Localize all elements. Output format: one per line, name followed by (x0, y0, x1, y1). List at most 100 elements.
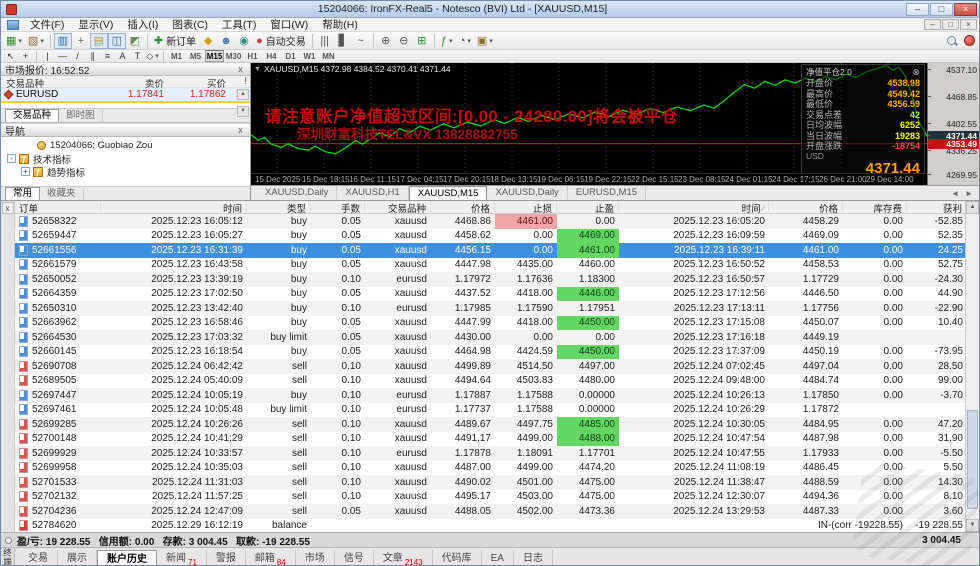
terminal-tab-1[interactable]: 展示 (58, 550, 97, 566)
candlestick-mode-button[interactable]: ▋ (334, 33, 352, 49)
order-row[interactable]: 527021322025.12.24 11:57:25sell0.10xauus… (15, 490, 965, 505)
order-row[interactable]: 526974472025.12.24 10:05:19buy0.10eurusd… (15, 388, 965, 403)
label-tool[interactable]: T (130, 50, 145, 62)
timeframe-m15-button[interactable]: M15 (205, 50, 224, 62)
scrollbar-up-icon[interactable]: ▲ (966, 201, 979, 214)
zoom-in-button[interactable]: ⊕ (377, 33, 395, 49)
timeframe-w1-button[interactable]: W1 (300, 50, 319, 62)
terminal-tab-11[interactable]: 日志 (514, 550, 553, 566)
cursor-tool[interactable]: ↖ (3, 50, 18, 62)
tile-windows-button[interactable]: ⊞ (413, 33, 431, 49)
terminal-tab-8[interactable]: 文章2143 (374, 550, 433, 566)
navigator-tab-收藏夹[interactable]: 收藏夹 (40, 188, 84, 200)
terminal-tab-3[interactable]: 新闻71 (157, 550, 207, 566)
fibonacci-tool[interactable]: ≡ (100, 50, 115, 62)
order-row[interactable]: 527015332025.12.24 11:31:03sell0.10xauus… (15, 475, 965, 490)
chart-tab-1[interactable]: XAUUSD,H1 (337, 186, 408, 200)
orders-col-8[interactable]: 时间∕ (619, 201, 769, 215)
trendline-tool[interactable]: / (70, 50, 85, 62)
menu-item-0[interactable]: 文件(F) (23, 18, 71, 32)
order-row[interactable]: 526594472025.12.23 16:05:27buy0.05xauusd… (15, 229, 965, 244)
market-watch-row[interactable]: EURUSD1.178411.1786221 (1, 88, 250, 101)
chart-tab-2[interactable]: XAUUSD,M15 (409, 186, 488, 200)
order-row[interactable]: 526992852025.12.24 10:26:26sell0.10xauus… (15, 417, 965, 432)
chart-restore-button[interactable]: □ (942, 19, 959, 30)
window-minimize-button[interactable]: – (906, 3, 929, 16)
navigator-tab-常用[interactable]: 常用 (5, 187, 40, 200)
chart-minimize-button[interactable]: – (924, 19, 941, 30)
market-watch-button[interactable]: ▥ (54, 33, 72, 49)
navigator-header[interactable]: 导航 x (1, 124, 250, 137)
orders-col-9[interactable]: 价格 (769, 201, 843, 215)
order-row[interactable]: 526645302025.12.23 17:03:32buy limit0.05… (15, 330, 965, 345)
timeframe-d1-button[interactable]: D1 (281, 50, 300, 62)
orders-col-1[interactable]: 时间 (101, 201, 247, 215)
crosshair-tool[interactable]: + (18, 50, 33, 62)
toolbox-close-icon[interactable]: x (2, 202, 14, 214)
menu-item-3[interactable]: 图表(C) (165, 18, 215, 32)
orders-col-3[interactable]: 手数 (311, 201, 365, 215)
scroll-down-icon[interactable]: ▼ (237, 106, 249, 117)
price-axis[interactable]: 4537.104468.854402.554336.254269.954371.… (927, 63, 979, 185)
orders-col-0[interactable]: 订单 (15, 201, 101, 215)
timeframe-m1-button[interactable]: M1 (167, 50, 186, 62)
timeframe-mn-button[interactable]: MN (319, 50, 338, 62)
order-row[interactable]: 526601452025.12.23 16:18:54buy0.05xauusd… (15, 345, 965, 360)
new-chart-button[interactable]: ▦▾ (3, 33, 25, 49)
order-row[interactable]: 526895052025.12.24 05:40:09sell0.10xauus… (15, 374, 965, 389)
orders-scrollbar[interactable]: ▲ ▼ (965, 201, 979, 532)
horizontal-line-tool[interactable]: — (55, 50, 70, 62)
channel-tool[interactable]: ∥ (85, 50, 100, 62)
orders-col-4[interactable]: 交易品种 (365, 201, 431, 215)
timeframe-m5-button[interactable]: M5 (186, 50, 205, 62)
arrows-tool[interactable]: ◇▾ (145, 50, 160, 62)
tab-scroll-left-icon[interactable]: ◄ (948, 187, 962, 200)
order-row[interactable]: 527042362025.12.24 12:47:09sell0.05xauus… (15, 504, 965, 519)
menu-item-5[interactable]: 窗口(W) (263, 18, 315, 32)
order-row[interactable]: 526503102025.12.23 13:42:40buy0.10eurusd… (15, 301, 965, 316)
orders-col-6[interactable]: 止损 (495, 201, 557, 215)
navigator-item-1[interactable]: -ƒ技术指标 (1, 152, 250, 165)
profiles-button[interactable]: ▧▾ (25, 33, 47, 49)
menu-item-6[interactable]: 帮助(H) (315, 18, 365, 32)
order-row[interactable]: 526999582025.12.24 10:35:03sell0.10xauus… (15, 461, 965, 476)
menu-item-2[interactable]: 插入(I) (120, 18, 165, 32)
navigator-button[interactable]: ▤ (90, 33, 108, 49)
order-row[interactable]: 527001482025.12.24 10:41:29sell0.10xauus… (15, 432, 965, 447)
orders-col-10[interactable]: 库存费 (843, 201, 907, 215)
expand-icon[interactable]: + (21, 167, 30, 176)
chart-tab-0[interactable]: XAUUSD,Daily (257, 186, 337, 200)
strategy-tester-button[interactable]: ◩ (126, 33, 144, 49)
menu-item-4[interactable]: 工具(T) (215, 18, 263, 32)
navigator-item-2[interactable]: +ƒ趋势指标 (1, 165, 250, 178)
navigator-close-icon[interactable]: x (235, 125, 246, 135)
timeframe-h4-button[interactable]: H4 (262, 50, 281, 62)
scrollbar-down-icon[interactable]: ▼ (966, 519, 979, 532)
indicators-button[interactable]: ƒ▾ (438, 33, 456, 49)
chart-close-button[interactable]: × (960, 19, 977, 30)
orders-col-11[interactable]: 获利 (907, 201, 965, 215)
scroll-up-icon[interactable]: ▲ (237, 89, 249, 100)
timeframe-m30-button[interactable]: M30 (224, 50, 243, 62)
menu-item-1[interactable]: 显示(V) (71, 18, 120, 32)
orders-col-7[interactable]: 止盈 (557, 201, 619, 215)
terminal-side-strip[interactable]: 终端 (1, 548, 15, 566)
market-watch-tab-交易品种[interactable]: 交易品种 (5, 109, 59, 122)
vertical-line-tool[interactable]: | (40, 50, 55, 62)
chart-collapse-icon[interactable]: ▼ (254, 66, 261, 73)
terminal-tab-9[interactable]: 代码库 (433, 550, 482, 566)
order-row[interactable]: 526999292025.12.24 10:33:57sell0.10eurus… (15, 446, 965, 461)
terminal-tab-5[interactable]: 邮箱84 (246, 550, 296, 566)
navigator-item-0[interactable]: 15204066: Guobiao Zou (1, 139, 250, 152)
orders-col-2[interactable]: 类型 (247, 201, 311, 215)
order-row[interactable]: 526615562025.12.23 16:31:39buy0.05xauusd… (15, 243, 965, 258)
search-icon[interactable] (946, 35, 958, 47)
window-close-button[interactable]: × (954, 3, 977, 16)
time-axis[interactable]: 15 Dec 202515 Dec 18:1516 Dec 11:1517 De… (251, 173, 927, 185)
terminal-button[interactable]: ◫ (108, 33, 126, 49)
chart-tab-3[interactable]: XAUUSD,Daily (487, 186, 567, 200)
terminal-tab-7[interactable]: 信号 (335, 550, 374, 566)
order-row[interactable]: 526643592025.12.23 17:02:50buy0.05xauusd… (15, 287, 965, 302)
terminal-tab-0[interactable]: 交易 (19, 550, 58, 566)
terminal-tab-6[interactable]: 市场 (296, 550, 335, 566)
